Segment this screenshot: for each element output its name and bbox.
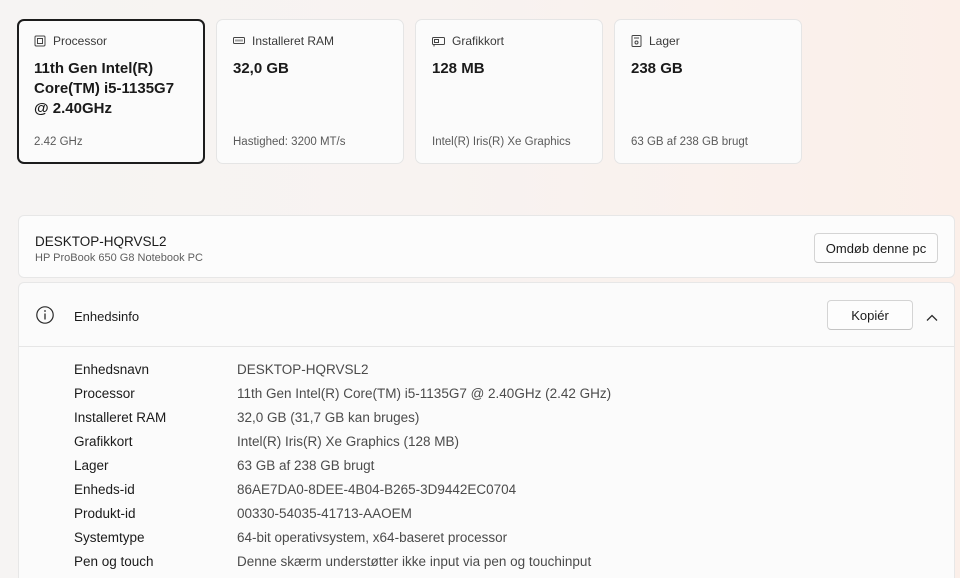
- storage-card-title: Lager: [649, 34, 680, 48]
- device-info-header[interactable]: Enhedsinfo Kopiér: [19, 283, 954, 347]
- spec-label: Pen og touch: [74, 553, 154, 569]
- storage-icon: [631, 35, 642, 47]
- spec-row-pen-touch: Pen og touch Denne skærm understøtter ik…: [74, 549, 611, 573]
- device-specs-list: Enhedsnavn DESKTOP-HQRVSL2 Processor 11t…: [74, 357, 611, 573]
- spec-value: 11th Gen Intel(R) Core(TM) i5-1135G7 @ 2…: [237, 385, 612, 401]
- device-info-panel: Enhedsinfo Kopiér Enhedsnavn DESKTOP-HQR…: [18, 282, 955, 578]
- processor-card-header: Processor: [34, 34, 188, 48]
- spec-row-device-id: Enheds-id 86AE7DA0-8DEE-4B04-B265-3D9442…: [74, 477, 611, 501]
- chevron-up-icon[interactable]: [926, 309, 938, 327]
- spec-value: DESKTOP-HQRVSL2: [237, 361, 369, 377]
- ram-card-header: Installeret RAM: [233, 34, 387, 48]
- ram-card-value: 32,0 GB: [233, 60, 289, 77]
- spec-label: Enheds-id: [74, 481, 135, 497]
- spec-row-product-id: Produkt-id 00330-54035-41713-AAOEM: [74, 501, 611, 525]
- processor-icon: [34, 35, 46, 47]
- spec-value: 00330-54035-41713-AAOEM: [237, 505, 412, 521]
- spec-label: Enhedsnavn: [74, 361, 150, 377]
- graphics-card-footer: Intel(R) Iris(R) Xe Graphics: [432, 136, 571, 148]
- ram-card-title: Installeret RAM: [252, 34, 335, 48]
- spec-value: 32,0 GB (31,7 GB kan bruges): [237, 409, 420, 425]
- copy-button[interactable]: Kopiér: [827, 300, 913, 330]
- storage-card[interactable]: Lager 238 GB 63 GB af 238 GB brugt: [614, 19, 802, 164]
- graphics-card-header: Grafikkort: [432, 34, 586, 48]
- rename-pc-button[interactable]: Omdøb denne pc: [814, 233, 938, 263]
- device-name: DESKTOP-HQRVSL2: [35, 234, 167, 249]
- info-icon: [35, 305, 55, 330]
- spec-label: Processor: [74, 385, 135, 401]
- spec-row-ram: Installeret RAM 32,0 GB (31,7 GB kan bru…: [74, 405, 611, 429]
- spec-value: 64-bit operativsystem, x64-baseret proce…: [237, 529, 508, 545]
- spec-label: Produkt-id: [74, 505, 136, 521]
- graphics-card-icon: [432, 36, 445, 47]
- graphics-card-value: 128 MB: [432, 60, 485, 77]
- storage-card-header: Lager: [631, 34, 785, 48]
- hardware-summary-cards: Processor 11th Gen Intel(R) Core(TM) i5-…: [17, 19, 802, 164]
- ram-card-footer: Hastighed: 3200 MT/s: [233, 136, 346, 148]
- spec-label: Lager: [74, 457, 109, 473]
- spec-label: Installeret RAM: [74, 409, 167, 425]
- spec-value: 63 GB af 238 GB brugt: [237, 457, 375, 473]
- graphics-card-title: Grafikkort: [452, 34, 505, 48]
- spec-row-graphics: Grafikkort Intel(R) Iris(R) Xe Graphics …: [74, 429, 611, 453]
- spec-row-device-name: Enhedsnavn DESKTOP-HQRVSL2: [74, 357, 611, 381]
- processor-card-footer: 2.42 GHz: [34, 136, 83, 148]
- storage-card-footer: 63 GB af 238 GB brugt: [631, 136, 748, 148]
- processor-card-title: Processor: [53, 34, 108, 48]
- spec-row-processor: Processor 11th Gen Intel(R) Core(TM) i5-…: [74, 381, 611, 405]
- spec-label: Systemtype: [74, 529, 145, 545]
- device-name-bar: DESKTOP-HQRVSL2 HP ProBook 650 G8 Notebo…: [18, 215, 955, 278]
- device-info-title: Enhedsinfo: [74, 309, 140, 324]
- spec-label: Grafikkort: [74, 433, 133, 449]
- graphics-card[interactable]: Grafikkort 128 MB Intel(R) Iris(R) Xe Gr…: [415, 19, 603, 164]
- ram-icon: [233, 36, 245, 46]
- spec-row-system-type: Systemtype 64-bit operativsystem, x64-ba…: [74, 525, 611, 549]
- storage-card-value: 238 GB: [631, 60, 683, 77]
- device-model: HP ProBook 650 G8 Notebook PC: [35, 252, 203, 264]
- spec-row-storage: Lager 63 GB af 238 GB brugt: [74, 453, 611, 477]
- processor-card[interactable]: Processor 11th Gen Intel(R) Core(TM) i5-…: [17, 19, 205, 164]
- spec-value: 86AE7DA0-8DEE-4B04-B265-3D9442EC0704: [237, 481, 517, 497]
- ram-card[interactable]: Installeret RAM 32,0 GB Hastighed: 3200 …: [216, 19, 404, 164]
- processor-card-value: 11th Gen Intel(R) Core(TM) i5-1135G7 @ 2…: [34, 60, 175, 117]
- spec-value: Denne skærm understøtter ikke input via …: [237, 553, 592, 569]
- spec-value: Intel(R) Iris(R) Xe Graphics (128 MB): [237, 433, 460, 449]
